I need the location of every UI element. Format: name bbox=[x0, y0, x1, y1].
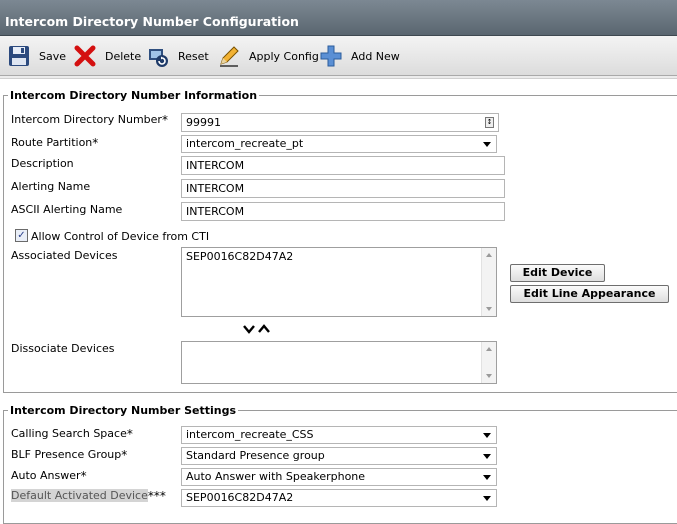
delete-button[interactable]: Delete bbox=[73, 44, 141, 68]
apply-config-button[interactable]: Apply Config bbox=[217, 44, 319, 68]
move-arrows bbox=[243, 324, 270, 334]
dissociate-devices-label: Dissociate Devices bbox=[11, 342, 115, 355]
blf-label: BLF Presence Group* bbox=[11, 448, 128, 462]
scroll-up-icon[interactable] bbox=[486, 347, 492, 351]
apply-config-label: Apply Config bbox=[249, 49, 319, 63]
move-down-icon[interactable] bbox=[243, 325, 255, 334]
alerting-name-input[interactable]: INTERCOM bbox=[181, 179, 505, 198]
default-device-select[interactable]: SEP0016C82D47A2 bbox=[181, 489, 497, 507]
description-label: Description bbox=[11, 157, 74, 170]
blf-select[interactable]: Standard Presence group bbox=[181, 447, 497, 465]
toolbar-divider bbox=[0, 76, 677, 79]
alerting-name-label: Alerting Name bbox=[11, 180, 91, 193]
chevron-down-icon bbox=[483, 496, 491, 501]
reset-button[interactable]: Reset bbox=[146, 44, 209, 68]
default-device-label: Default Activated Device*** bbox=[11, 489, 166, 503]
plus-icon bbox=[320, 45, 342, 67]
route-partition-select[interactable]: intercom_recreate_pt bbox=[181, 135, 497, 153]
intercom-dn-input[interactable]: 99991 ↕ bbox=[181, 113, 499, 132]
delete-label: Delete bbox=[105, 49, 142, 63]
list-item[interactable]: SEP0016C82D47A2 bbox=[182, 248, 496, 265]
chevron-down-icon bbox=[483, 475, 491, 480]
auto-answer-label: Auto Answer* bbox=[11, 469, 87, 483]
intercom-dn-label: Intercom Directory Number* bbox=[11, 113, 168, 127]
associated-devices-label: Associated Devices bbox=[11, 249, 118, 262]
delete-icon bbox=[74, 45, 96, 67]
scroll-up-icon[interactable] bbox=[486, 253, 492, 257]
pencil-icon bbox=[220, 46, 239, 67]
chevron-down-icon bbox=[483, 433, 491, 438]
css-label: Calling Search Space* bbox=[11, 427, 133, 441]
scrollbar[interactable] bbox=[481, 248, 496, 316]
add-new-label: Add New bbox=[351, 49, 400, 63]
field-lookup-icon[interactable]: ↕ bbox=[485, 117, 494, 128]
save-button[interactable]: Save bbox=[7, 44, 66, 68]
move-up-icon[interactable] bbox=[258, 324, 270, 333]
dissociate-devices-list[interactable] bbox=[181, 341, 497, 384]
scrollbar[interactable] bbox=[481, 342, 496, 383]
route-partition-label: Route Partition* bbox=[11, 136, 99, 150]
save-icon bbox=[9, 46, 29, 66]
cti-checkbox[interactable]: ✓ bbox=[15, 229, 28, 242]
edit-device-button[interactable]: Edit Device bbox=[510, 264, 605, 282]
info-legend: Intercom Directory Number Information bbox=[10, 89, 258, 102]
reset-label: Reset bbox=[178, 49, 209, 63]
settings-legend: Intercom Directory Number Settings bbox=[10, 404, 236, 417]
scroll-down-icon[interactable] bbox=[486, 374, 492, 378]
reset-icon bbox=[149, 49, 168, 67]
add-new-button[interactable]: Add New bbox=[319, 44, 400, 68]
ascii-alerting-label: ASCII Alerting Name bbox=[11, 203, 123, 216]
chevron-down-icon bbox=[483, 142, 491, 147]
css-select[interactable]: intercom_recreate_CSS bbox=[181, 426, 497, 444]
chevron-down-icon bbox=[483, 454, 491, 459]
auto-answer-select[interactable]: Auto Answer with Speakerphone bbox=[181, 468, 497, 486]
description-input[interactable]: INTERCOM bbox=[181, 156, 505, 175]
toolbar: Save Delete Reset Apply Config Add New bbox=[0, 36, 677, 76]
ascii-alerting-input[interactable]: INTERCOM bbox=[181, 202, 505, 221]
save-label: Save bbox=[39, 49, 67, 63]
edit-line-appearance-button[interactable]: Edit Line Appearance bbox=[510, 285, 669, 303]
cti-label: Allow Control of Device from CTI bbox=[31, 230, 210, 243]
page-title: Intercom Directory Number Configuration bbox=[0, 0, 677, 36]
scroll-down-icon[interactable] bbox=[486, 307, 492, 311]
associated-devices-list[interactable]: SEP0016C82D47A2 bbox=[181, 247, 497, 317]
